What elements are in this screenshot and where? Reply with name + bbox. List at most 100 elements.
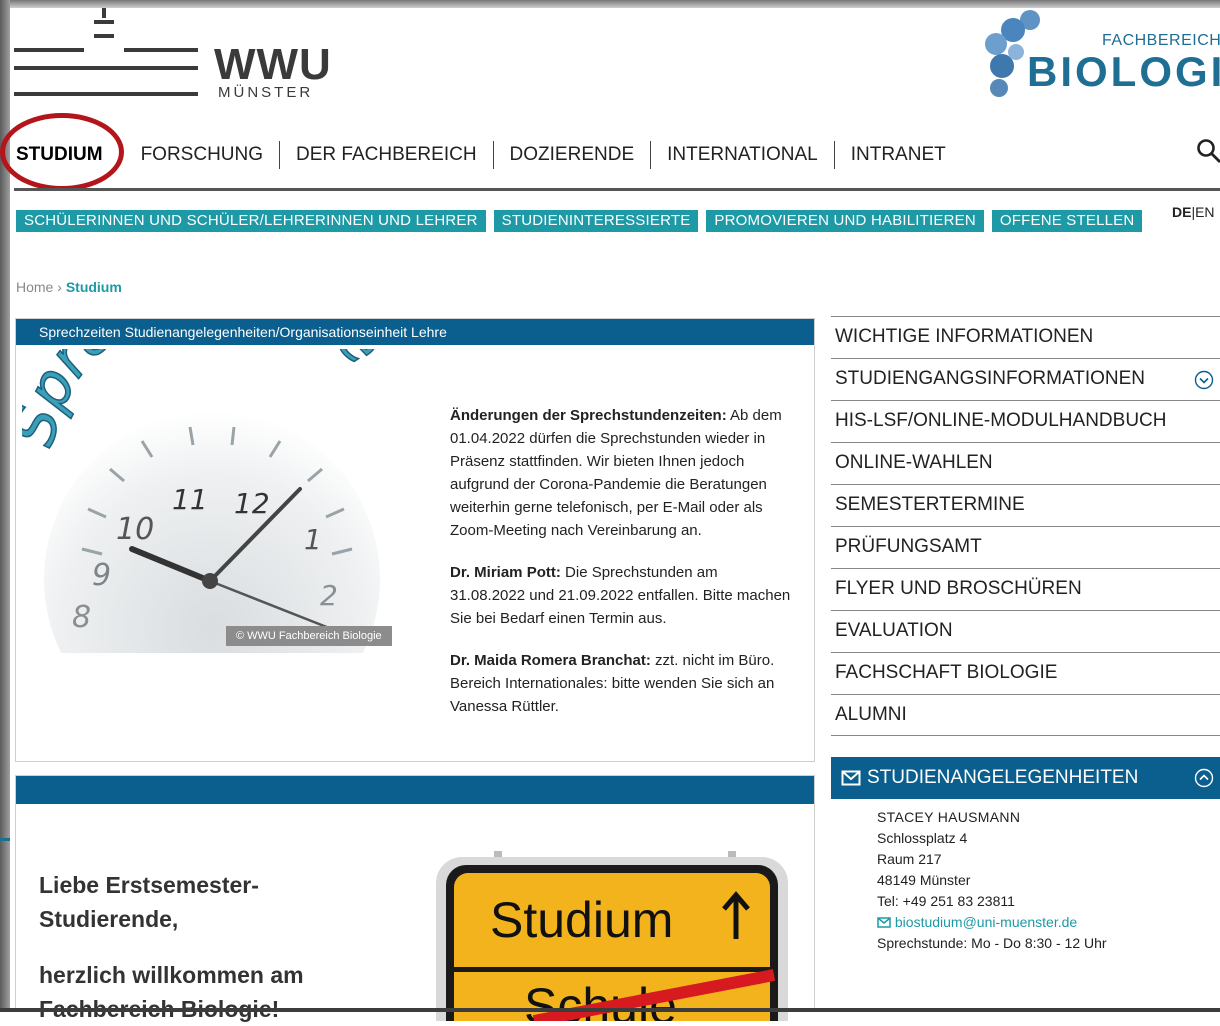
chevron-down-icon[interactable] [1194, 370, 1214, 390]
paragraph: Dr. Maida Romera Branchat: zzt. nicht im… [450, 649, 796, 718]
contact-details: STACEY HAUSMANN Schlossplatz 4 Raum 217 … [831, 799, 1220, 954]
nav-dozierende[interactable]: DOZIERENDE [494, 140, 651, 170]
paragraph-heading: Dr. Miriam Pott: [450, 564, 561, 581]
welcome-line: Studierende, [39, 902, 259, 936]
subnav-offene-stellen[interactable]: OFFENE STELLEN [992, 210, 1143, 232]
side-item-label: ALUMNI [835, 704, 907, 725]
logo-bar [14, 92, 198, 96]
image-credit: © WWU Fachbereich Biologie [226, 626, 392, 646]
welcome-heading: Liebe Erstsemester- Studierende, [39, 868, 259, 936]
side-nav: WICHTIGE INFORMATIONEN STUDIENGANGSINFOR… [831, 316, 1220, 736]
contact-city: 48149 Münster [877, 870, 1220, 891]
side-item-label: ONLINE-WAHLEN [835, 452, 993, 473]
contact-box: STUDIENANGELEGENHEITEN STACEY HAUSMANN S… [831, 757, 1220, 954]
lang-en[interactable]: EN [1195, 204, 1214, 220]
search-icon[interactable] [1196, 138, 1220, 164]
side-item-fachschaft[interactable]: FACHSCHAFT BIOLOGIE [831, 652, 1220, 694]
side-item-label: HIS-LSF/ONLINE-MODULHANDBUCH [835, 410, 1166, 431]
biologie-wordmark: BIOLOGIE [1027, 48, 1220, 96]
paragraph: Änderungen der Sprechstundenzeiten: Ab d… [450, 404, 796, 542]
contact-phone: Tel: +49 251 83 23811 [877, 891, 1220, 912]
side-item-label: FLYER UND BROSCHÜREN [835, 578, 1082, 599]
subnav-promovieren[interactable]: PROMOVIEREN UND HABILITIEREN [706, 210, 983, 232]
contact-street: Schlossplatz 4 [877, 828, 1220, 849]
welcome-box-header [16, 776, 814, 804]
side-item-pruefungsamt[interactable]: PRÜFUNGSAMT [831, 526, 1220, 568]
window-left-edge [0, 0, 10, 1012]
nav-divider [14, 188, 1220, 191]
welcome-line: herzlich willkommen am [39, 958, 304, 992]
breadcrumb-home[interactable]: Home [16, 279, 53, 295]
side-item-alumni[interactable]: ALUMNI [831, 694, 1220, 736]
breadcrumb: Home › Studium [16, 279, 122, 295]
wwu-city: MÜNSTER [218, 84, 313, 101]
nav-international[interactable]: INTERNATIONAL [651, 140, 834, 170]
nav-intranet[interactable]: INTRANET [835, 140, 962, 170]
welcome-line: Liebe Erstsemester- [39, 868, 259, 902]
paragraph: Dr. Miriam Pott: Die Sprechstunden am 31… [450, 561, 796, 630]
paragraph-heading: Änderungen der Sprechstundenzeiten: [450, 407, 727, 424]
logo-bar [124, 48, 198, 52]
subnav-studieninteressierte[interactable]: STUDIENINTERESSIERTE [494, 210, 699, 232]
sprechzeiten-text: Änderungen der Sprechstundenzeiten: Ab d… [450, 404, 796, 737]
breadcrumb-current[interactable]: Studium [66, 279, 122, 295]
clock-number: 12 [234, 487, 270, 520]
logo-bar [14, 48, 84, 52]
clock-number: 9 [92, 558, 111, 593]
side-item-label: SEMESTERTERMINE [835, 494, 1025, 515]
edge-accent [0, 838, 10, 841]
chevron-up-icon[interactable] [1194, 768, 1214, 788]
contact-hours: Sprechstunde: Mo - Do 8:30 - 12 Uhr [877, 933, 1220, 954]
side-item-wichtige-informationen[interactable]: WICHTIGE INFORMATIONEN [831, 316, 1220, 358]
contact-header[interactable]: STUDIENANGELEGENHEITEN [831, 757, 1220, 799]
nav-forschung[interactable]: FORSCHUNG [125, 140, 279, 170]
logo-bar [102, 8, 106, 18]
sprechzeiten-box: Sprechzeiten Studienangelegenheiten/Orga… [15, 318, 815, 762]
road-sign-image: Studium Schule [434, 851, 790, 1021]
mail-icon [877, 917, 891, 928]
side-item-label: EVALUATION [835, 620, 953, 641]
nav-studium[interactable]: STUDIUM [14, 140, 125, 170]
language-switcher: DE|EN [1172, 204, 1215, 220]
contact-email-link[interactable]: biostudium@uni-muenster.de [877, 912, 1220, 933]
clock-number: 10 [116, 512, 154, 547]
side-item-label: PRÜFUNGSAMT [835, 536, 982, 557]
welcome-box: Liebe Erstsemester- Studierende, herzlic… [15, 775, 815, 1012]
clock-illustration: 8 9 10 11 12 1 2 Sprechstunde [22, 349, 422, 653]
logo-bar [14, 66, 198, 70]
clock-number: 2 [320, 579, 338, 612]
contact-email: biostudium@uni-muenster.de [895, 914, 1077, 930]
side-item-flyer[interactable]: FLYER UND BROSCHÜREN [831, 568, 1220, 610]
logo-bar [94, 34, 114, 38]
side-item-label: WICHTIGE INFORMATIONEN [835, 326, 1093, 347]
side-item-label: FACHSCHAFT BIOLOGIE [835, 662, 1057, 683]
clock-number: 11 [172, 483, 208, 516]
clock-number: 8 [72, 600, 91, 635]
subnav-schueler[interactable]: SCHÜLERINNEN UND SCHÜLER/LEHRERINNEN UND… [16, 210, 486, 232]
sprechzeiten-title: Sprechzeiten Studienangelegenheiten/Orga… [16, 319, 814, 345]
clock-number: 1 [304, 523, 322, 556]
side-item-label: STUDIENGANGSINFORMATIONEN [835, 368, 1145, 389]
nav-der-fachbereich[interactable]: DER FACHBEREICH [280, 140, 493, 170]
paragraph-body: Ab dem 01.04.2022 dürfen die Sprechstund… [450, 407, 782, 539]
lang-de[interactable]: DE [1172, 204, 1191, 220]
wwu-logo[interactable]: WWU MÜNSTER [14, 14, 324, 104]
sign-top-text: Studium [490, 892, 673, 948]
contact-room: Raum 217 [877, 849, 1220, 870]
sub-nav: SCHÜLERINNEN UND SCHÜLER/LEHRERINNEN UND… [16, 210, 1142, 232]
sprechstunde-image: 8 9 10 11 12 1 2 Sprechstunde [22, 349, 422, 653]
side-item-studiengangsinformationen[interactable]: STUDIENGANGSINFORMATIONEN [831, 358, 1220, 400]
paragraph-heading: Dr. Maida Romera Branchat: [450, 652, 651, 669]
side-item-his-lsf[interactable]: HIS-LSF/ONLINE-MODULHANDBUCH [831, 400, 1220, 442]
welcome-subheading: herzlich willkommen am Fachbereich Biolo… [39, 958, 304, 1026]
contact-name: STACEY HAUSMANN [877, 807, 1220, 828]
wwu-wordmark: WWU [214, 40, 332, 90]
biologie-logo[interactable]: FACHBEREICH BIOLOGIE [980, 8, 1220, 103]
window-bottom-edge [0, 1008, 1220, 1012]
side-item-online-wahlen[interactable]: ONLINE-WAHLEN [831, 442, 1220, 484]
main-nav: STUDIUM FORSCHUNG DER FACHBEREICH DOZIER… [14, 138, 962, 172]
side-item-semestertermine[interactable]: SEMESTERTERMINE [831, 484, 1220, 526]
breadcrumb-separator: › [57, 279, 62, 295]
side-item-evaluation[interactable]: EVALUATION [831, 610, 1220, 652]
logo-bar [94, 20, 114, 24]
